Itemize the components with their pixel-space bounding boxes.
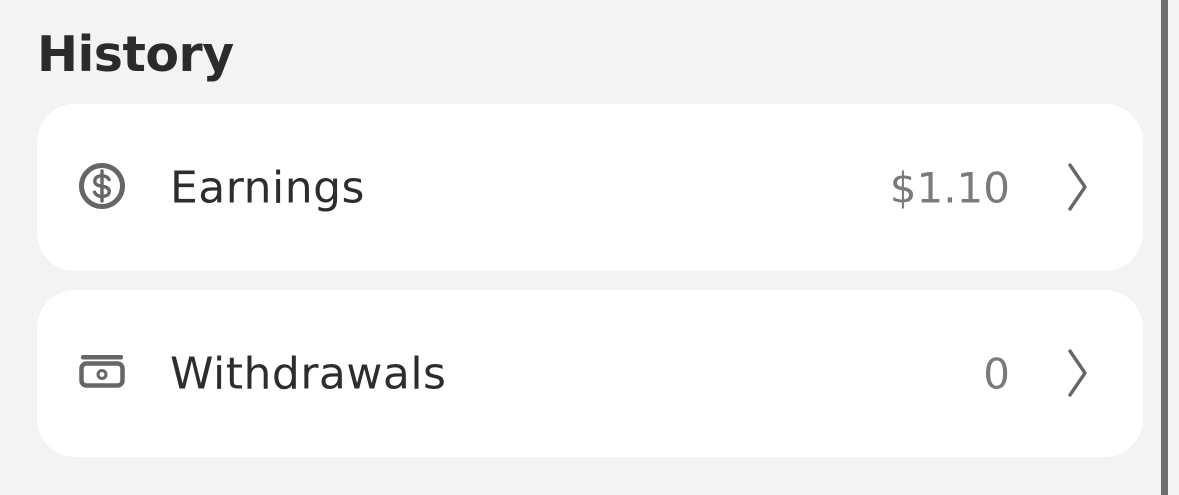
scrollbar-edge[interactable] xyxy=(1161,0,1168,495)
chevron-right-icon[interactable] xyxy=(1064,347,1090,399)
chevron-right-icon[interactable] xyxy=(1064,161,1090,213)
earnings-row[interactable]: Earnings $1.10 xyxy=(37,104,1143,271)
withdrawals-row[interactable]: Withdrawals 0 xyxy=(37,290,1143,457)
earnings-label: Earnings xyxy=(170,162,365,213)
cash-bill-icon xyxy=(79,355,125,388)
section-title-history: History xyxy=(37,26,234,83)
withdrawals-value: 0 xyxy=(983,349,1010,398)
withdrawals-label: Withdrawals xyxy=(170,348,447,399)
earnings-value: $1.10 xyxy=(889,163,1010,212)
dollar-circle-icon xyxy=(79,163,125,209)
